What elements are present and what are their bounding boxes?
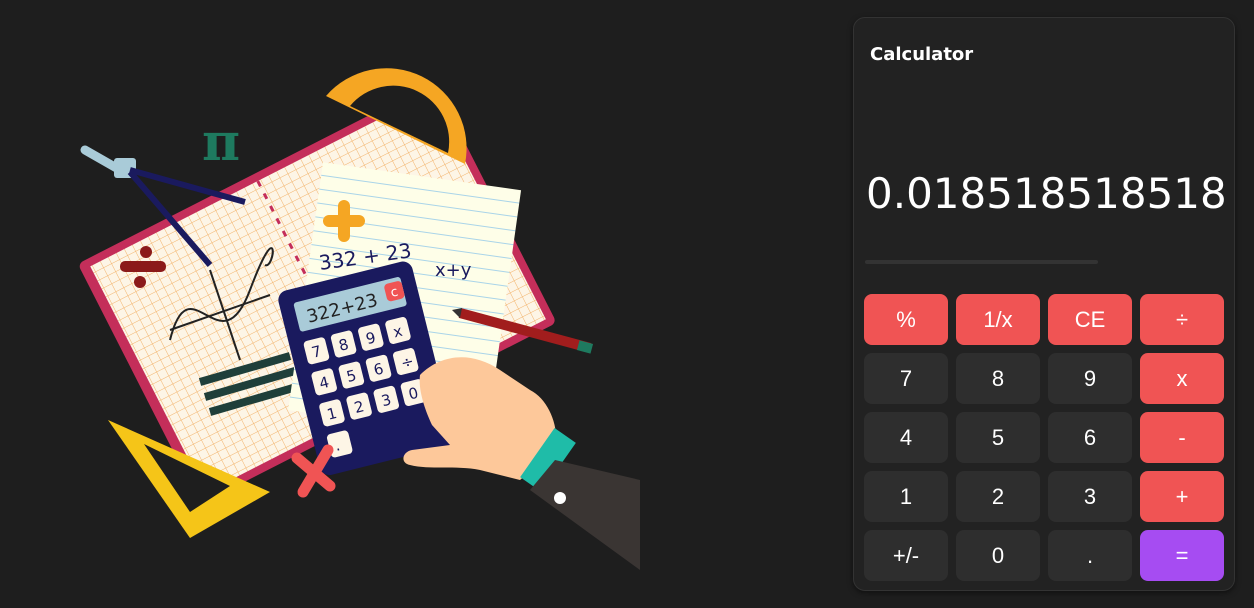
key-decimal-button[interactable]: . <box>1048 530 1132 581</box>
keypad: % 1/x CE ÷ 7 8 9 x 4 5 6- 1 2 3 + +/- 0. = <box>864 294 1224 581</box>
hand-graphic <box>403 357 640 570</box>
key-5-button[interactable]: 5 <box>956 412 1040 463</box>
page: π 332 + 23 x+y 322+23 c 7 8 9 x 4 5 6 ÷ … <box>0 0 1254 608</box>
key-reciprocal-button[interactable]: 1/x <box>956 294 1040 345</box>
result-display: 0.018518518518518517 <box>866 169 1224 218</box>
calculator-panel: Calculator 0.018518518518518517 %1/xCE÷ 7… <box>853 17 1235 591</box>
key-7-button[interactable]: 7 <box>864 353 948 404</box>
key-1-button[interactable]: 1 <box>864 471 948 522</box>
key-0-button[interactable]: 0 <box>956 530 1040 581</box>
key-divide-button[interactable]: ÷ <box>1140 294 1224 345</box>
key-8-button[interactable]: 8 <box>956 353 1040 404</box>
pi-symbol: π <box>202 112 240 173</box>
key-3-button[interactable]: 3 <box>1048 471 1132 522</box>
math-illustration: π 332 + 23 x+y 322+23 c 7 8 9 x 4 5 6 ÷ … <box>60 40 660 600</box>
key-4-button[interactable]: 4 <box>864 412 948 463</box>
key-percent-button[interactable]: % <box>864 294 948 345</box>
key-add-button[interactable]: + <box>1140 471 1224 522</box>
key-2-button[interactable]: 2 <box>956 471 1040 522</box>
calculator-title: Calculator <box>870 44 974 65</box>
key-clear-entry-button[interactable]: CE <box>1048 294 1132 345</box>
key-9-button[interactable]: 9 <box>1048 353 1132 404</box>
note-line-2: x+y <box>435 260 472 281</box>
key-equals-button[interactable]: = <box>1140 530 1224 581</box>
key-subtract-button[interactable]: - <box>1140 412 1224 463</box>
key-6-button[interactable]: 6 <box>1048 412 1132 463</box>
key-negate-button[interactable]: +/- <box>864 530 948 581</box>
display-divider <box>865 260 1098 264</box>
key-multiply-button[interactable]: x <box>1140 353 1224 404</box>
